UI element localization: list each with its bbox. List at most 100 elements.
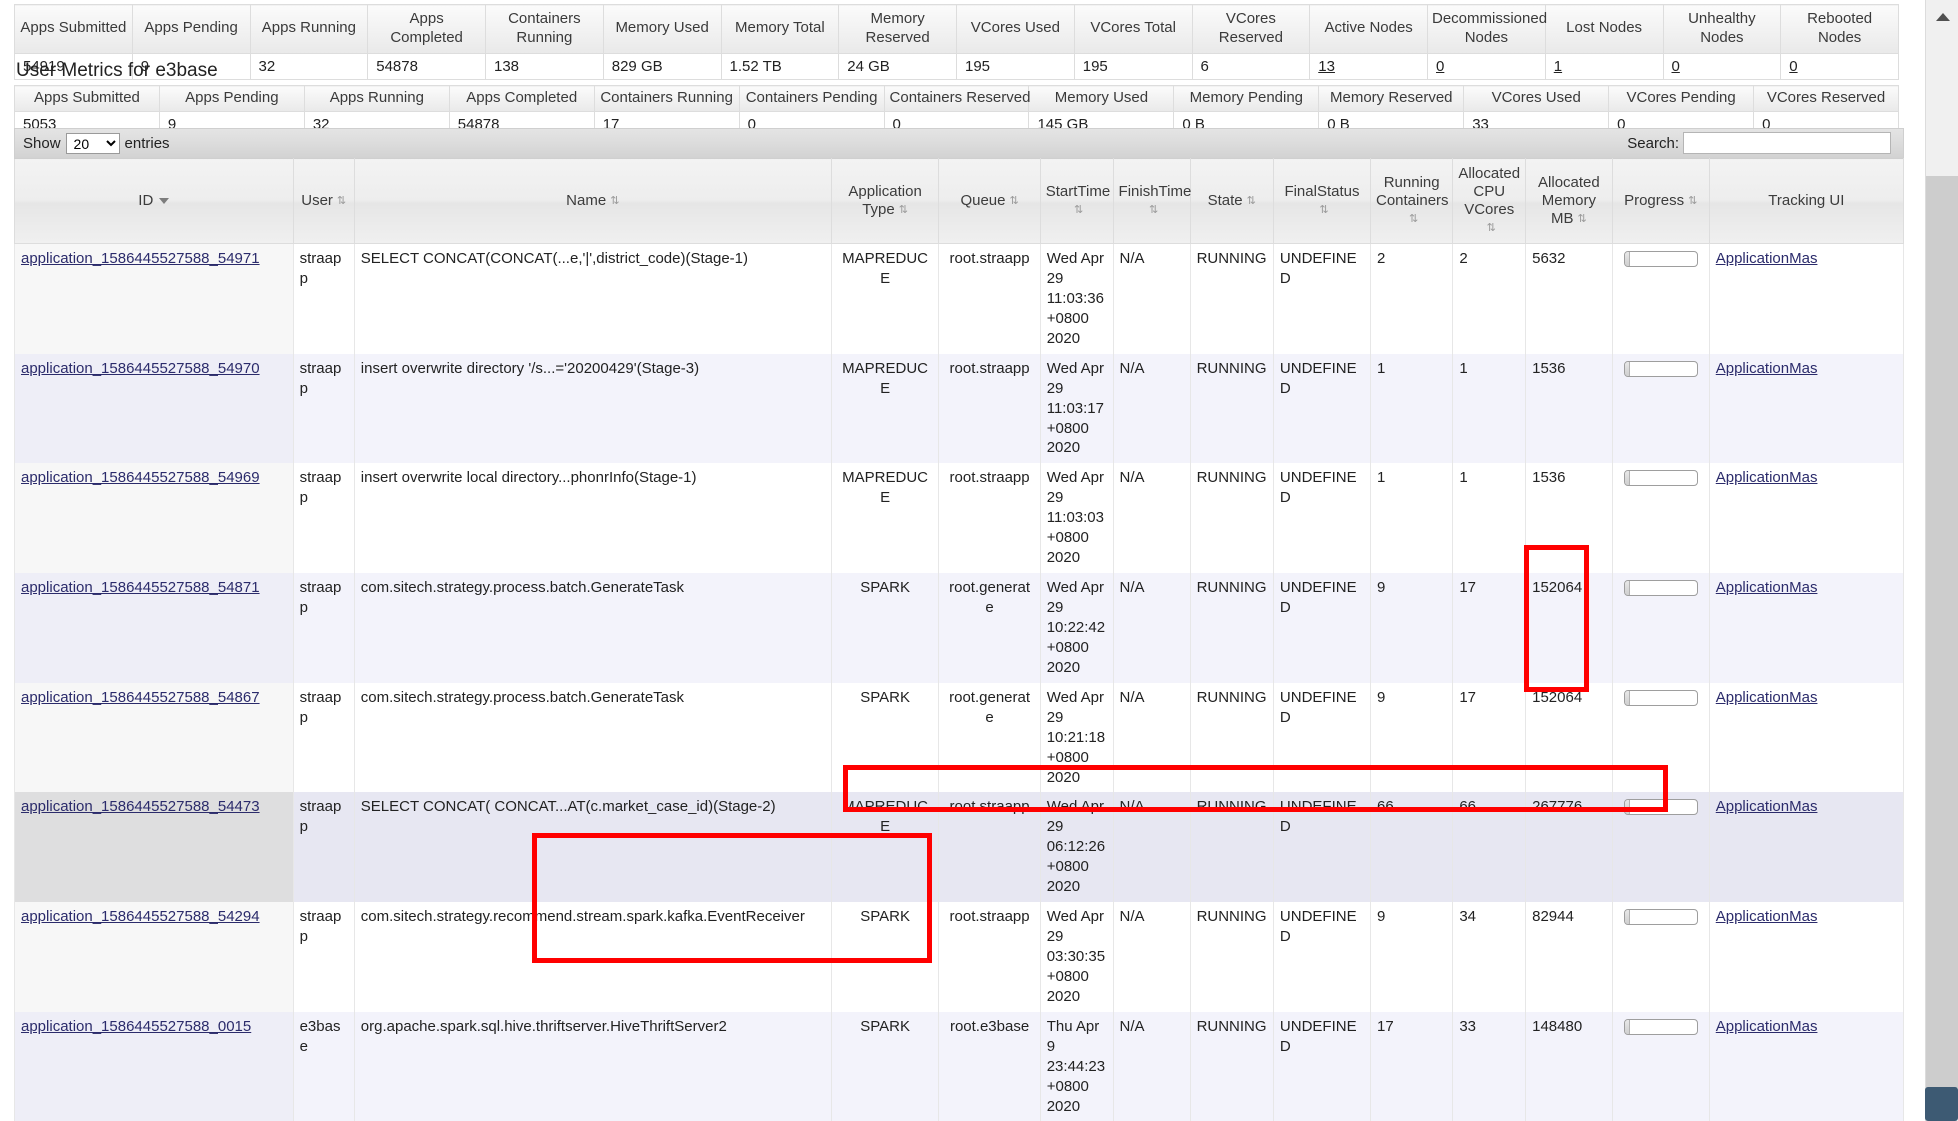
- apps-header-state[interactable]: State ⇅: [1189, 158, 1274, 244]
- app-id-cell[interactable]: application_1586445527588_54867: [14, 682, 294, 793]
- table-row[interactable]: application_1586445527588_54970 straapp in…: [14, 353, 1905, 464]
- apps-header-running-containers[interactable]: Running Containers ⇅: [1369, 158, 1454, 244]
- app-id-cell[interactable]: application_1586445527588_54871: [14, 573, 294, 683]
- tracking-ui-link[interactable]: ApplicationMas: [1716, 908, 1818, 925]
- search-input[interactable]: [1683, 132, 1891, 154]
- app-id-link[interactable]: application_1586445527588_54867: [21, 689, 260, 706]
- tracking-ui-link[interactable]: ApplicationMas: [1716, 689, 1818, 706]
- cluster-metric-link-11[interactable]: 13: [1318, 58, 1335, 75]
- apps-header-user[interactable]: User ⇅: [292, 158, 355, 244]
- cluster-metric-header-5: Memory Used: [602, 4, 722, 54]
- cluster-metric-value-13[interactable]: 1: [1544, 52, 1664, 80]
- app-user-cell: straapp: [292, 902, 355, 1012]
- cluster-metric-header-6: Memory Total: [720, 4, 840, 54]
- app-tracking-ui-cell[interactable]: ApplicationMas: [1708, 463, 1905, 574]
- app-id-link[interactable]: application_1586445527588_54294: [21, 908, 260, 925]
- tracking-ui-link[interactable]: ApplicationMas: [1716, 360, 1818, 377]
- scrollbar-thumb[interactable]: [1926, 33, 1958, 176]
- sort-both-icon: ⇅: [1409, 212, 1419, 225]
- apps-header-finalstatus[interactable]: FinalStatus ⇅: [1272, 158, 1372, 244]
- app-tracking-ui-cell[interactable]: ApplicationMas: [1708, 243, 1905, 354]
- apps-header-progress[interactable]: Progress ⇅: [1611, 158, 1710, 244]
- progress-bar-fill: [1624, 1019, 1630, 1034]
- cluster-metric-link-13[interactable]: 1: [1554, 58, 1562, 75]
- app-tracking-ui-cell[interactable]: ApplicationMas: [1708, 353, 1905, 464]
- app-progress-cell: [1611, 682, 1710, 793]
- cluster-metric-value-11[interactable]: 13: [1309, 52, 1428, 80]
- table-row[interactable]: application_1586445527588_54867 straapp co…: [14, 682, 1905, 793]
- cluster-metric-value-14[interactable]: 0: [1662, 52, 1782, 80]
- table-row[interactable]: application_1586445527588_54971 straapp SE…: [14, 243, 1905, 354]
- app-user-cell: straapp: [292, 573, 355, 683]
- cluster-metric-link-15[interactable]: 0: [1789, 58, 1797, 75]
- app-type-cell: MAPREDUCE: [830, 353, 940, 464]
- tracking-ui-link[interactable]: ApplicationMas: [1716, 250, 1818, 267]
- app-progress-cell: [1611, 353, 1710, 464]
- app-progress-cell: [1611, 573, 1710, 683]
- app-finalstatus-cell: UNDEFINED: [1272, 463, 1372, 574]
- cluster-metric-link-14[interactable]: 0: [1672, 58, 1680, 75]
- app-tracking-ui-cell[interactable]: ApplicationMas: [1708, 902, 1905, 1012]
- table-row[interactable]: application_1586445527588_54969 straapp in…: [14, 463, 1905, 574]
- apps-header-id[interactable]: ID: [14, 158, 294, 244]
- page-length-select[interactable]: 2050100: [65, 133, 120, 154]
- apps-header-label: Queue: [960, 192, 1006, 209]
- apps-header-starttime[interactable]: StartTime ⇅: [1039, 158, 1114, 244]
- cluster-metric-value-10: 6: [1191, 52, 1311, 80]
- scroll-up-arrow-icon[interactable]: [1926, 0, 1958, 33]
- sort-both-icon: ⇅: [1009, 194, 1019, 207]
- app-allocated-memory-cell: 148480: [1525, 1011, 1613, 1121]
- app-id-cell[interactable]: application_1586445527588_54294: [14, 902, 294, 1012]
- apps-header-queue[interactable]: Queue ⇅: [938, 158, 1041, 244]
- apps-header-application-type[interactable]: Application Type ⇅: [830, 158, 940, 244]
- app-id-cell[interactable]: application_1586445527588_0015: [14, 1011, 294, 1121]
- app-name-cell: insert overwrite directory '/s...='20200…: [353, 353, 832, 464]
- applications-table: ID User ⇅ Name ⇅ Application Type ⇅ Queue ⇅ Start…: [14, 158, 1905, 1121]
- app-running-containers-cell: 1: [1369, 353, 1454, 464]
- app-id-cell[interactable]: application_1586445527588_54969: [14, 463, 294, 574]
- app-id-link[interactable]: application_1586445527588_54969: [21, 469, 260, 486]
- apps-header-name[interactable]: Name ⇅: [353, 158, 832, 244]
- tracking-ui-link[interactable]: ApplicationMas: [1716, 469, 1818, 486]
- page-length-control[interactable]: Show 2050100 entries: [23, 133, 170, 154]
- table-row[interactable]: application_1586445527588_0015 e3base org.…: [14, 1011, 1905, 1121]
- apps-header-label: Allocated Memory MB: [1538, 174, 1600, 227]
- app-id-link[interactable]: application_1586445527588_54970: [21, 360, 260, 377]
- cluster-metric-header-0: Apps Submitted: [14, 4, 133, 54]
- cluster-metric-link-12[interactable]: 0: [1436, 58, 1444, 75]
- user-metric-header-1: Apps Pending: [158, 85, 305, 112]
- tracking-ui-link[interactable]: ApplicationMas: [1716, 798, 1818, 815]
- app-id-link[interactable]: application_1586445527588_54473: [21, 798, 260, 815]
- table-row[interactable]: application_1586445527588_54294 straapp co…: [14, 902, 1905, 1012]
- sort-both-icon: ⇅: [1319, 203, 1329, 216]
- app-tracking-ui-cell[interactable]: ApplicationMas: [1708, 573, 1905, 683]
- app-tracking-ui-cell[interactable]: ApplicationMas: [1708, 792, 1905, 903]
- cluster-metric-header-2: Apps Running: [249, 4, 369, 54]
- app-id-link[interactable]: application_1586445527588_54871: [21, 579, 260, 596]
- app-tracking-ui-cell[interactable]: ApplicationMas: [1708, 1011, 1905, 1121]
- app-id-link[interactable]: application_1586445527588_0015: [21, 1018, 251, 1035]
- app-running-containers-cell: 66: [1369, 792, 1454, 903]
- app-allocated-memory-cell: 152064: [1525, 682, 1613, 793]
- app-id-cell[interactable]: application_1586445527588_54971: [14, 243, 294, 354]
- tracking-ui-link[interactable]: ApplicationMas: [1716, 1018, 1818, 1035]
- apps-header-tracking-ui[interactable]: Tracking UI: [1708, 158, 1905, 244]
- app-starttime-cell: Wed Apr 29 11:03:03 +0800 2020: [1039, 463, 1114, 574]
- vertical-scrollbar[interactable]: [1925, 0, 1958, 1121]
- tracking-ui-link[interactable]: ApplicationMas: [1716, 579, 1818, 596]
- table-row[interactable]: application_1586445527588_54473 straapp SE…: [14, 792, 1905, 903]
- app-id-link[interactable]: application_1586445527588_54971: [21, 250, 260, 267]
- app-id-cell[interactable]: application_1586445527588_54473: [14, 792, 294, 903]
- app-progress-cell: [1611, 463, 1710, 574]
- search-control[interactable]: Search:: [1627, 132, 1891, 154]
- app-tracking-ui-cell[interactable]: ApplicationMas: [1708, 682, 1905, 793]
- cluster-metric-value-12[interactable]: 0: [1427, 52, 1546, 80]
- app-queue-cell: root.straapp: [938, 353, 1041, 464]
- apps-header-finishtime[interactable]: FinishTime ⇅: [1112, 158, 1191, 244]
- scrollbar-track[interactable]: [1926, 33, 1958, 1088]
- table-row[interactable]: application_1586445527588_54871 straapp co…: [14, 573, 1905, 683]
- app-id-cell[interactable]: application_1586445527588_54970: [14, 353, 294, 464]
- apps-header-allocated-memory-mb[interactable]: Allocated Memory MB ⇅: [1525, 158, 1613, 244]
- cluster-metric-value-15[interactable]: 0: [1780, 52, 1899, 80]
- apps-header-allocated-cpu-vcores[interactable]: Allocated CPU VCores ⇅: [1452, 158, 1527, 244]
